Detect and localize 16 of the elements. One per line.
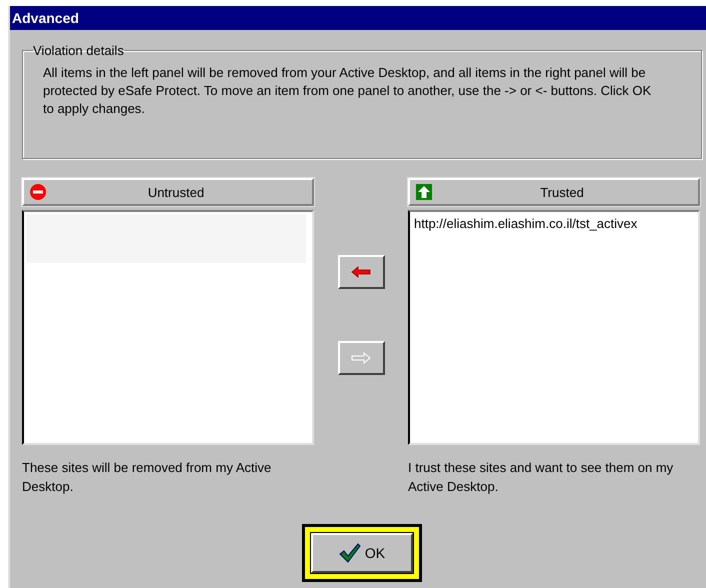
description-text: All items in the left panel will be removed from your Active Desktop, and all items in the right panel will be protected by eSafe Protect. To move an item from one panel to another, use the -> or <- buttons. Click OK to apply changes.: [43, 64, 652, 118]
ok-button[interactable]: OK: [311, 533, 413, 573]
header-label: Trusted: [539, 184, 585, 200]
right-arrow-icon: [351, 352, 371, 364]
panel-caption: I trust these sites and want to see them on my Active Desktop.: [408, 459, 674, 496]
list-item[interactable]: http://eliashim.eliashim.co.il/tst_activex: [412, 214, 696, 233]
move-button[interactable]: [338, 255, 384, 289]
header-label: Untrusted: [146, 184, 206, 200]
no-entry-icon: [30, 184, 46, 200]
left-arrow-icon: [351, 266, 371, 278]
check-icon: [338, 543, 361, 563]
window-title: Advanced: [12, 10, 79, 26]
panel-caption: These sites will be removed from my Active Desktop.: [22, 459, 272, 496]
site-list[interactable]: http://eliashim.eliashim.co.il/tst_activex: [408, 210, 700, 445]
group-legend: Violation details: [33, 43, 124, 58]
up-arrow-icon: [416, 184, 432, 200]
